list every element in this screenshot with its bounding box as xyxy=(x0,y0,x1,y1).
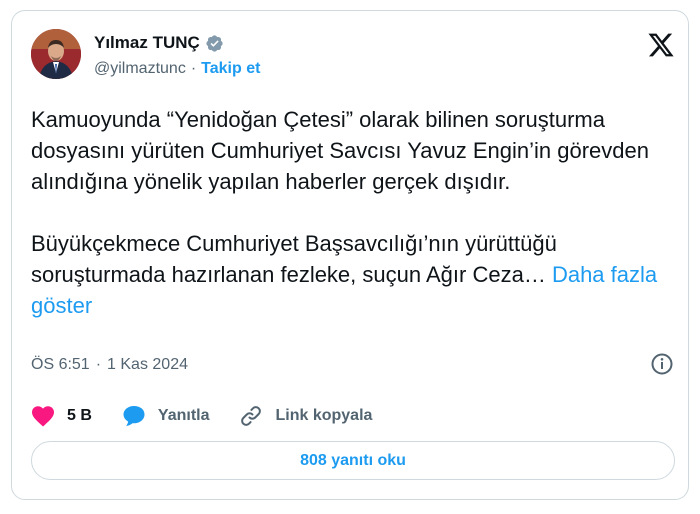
tweet-paragraph-2-text: Büyükçekmece Cumhuriyet Başsavcılığı’nın… xyxy=(31,231,557,287)
tweet-date: 1 Kas 2024 xyxy=(107,356,188,373)
read-replies-button[interactable]: 808 yanıtı oku xyxy=(31,441,675,480)
reply-label: Yanıtla xyxy=(157,407,210,424)
copy-link-label: Link kopyala xyxy=(275,407,373,424)
heart-icon xyxy=(32,406,54,427)
separator-dot: · xyxy=(95,356,102,373)
read-replies-label: 808 yanıtı oku xyxy=(300,451,406,469)
separator-dot: · xyxy=(190,60,197,77)
copy-link-button[interactable]: Link kopyala xyxy=(239,404,372,428)
tweet-paragraph-1: Kamuoyunda “Yenidoğan Çetesi” olarak bil… xyxy=(31,107,649,194)
x-logo-icon[interactable] xyxy=(646,31,676,59)
link-icon xyxy=(241,406,262,426)
tweet-timestamp[interactable]: ÖS 6:51 · 1 Kas 2024 xyxy=(31,356,188,374)
reply-bubble-icon xyxy=(123,406,145,426)
tweet-card: Yılmaz TUNÇ @yilmaztunc · Takip et Kamuo… xyxy=(11,10,689,500)
reply-button[interactable]: Yanıtla xyxy=(122,405,210,427)
handle-row: @yilmaztunc · Takip et xyxy=(94,60,260,78)
follow-button[interactable]: Takip et xyxy=(201,60,260,78)
author-name-row[interactable]: Yılmaz TUNÇ xyxy=(94,33,224,53)
author-handle[interactable]: @yilmaztunc xyxy=(94,60,186,78)
tweet-text: Kamuoyunda “Yenidoğan Çetesi” olarak bil… xyxy=(31,104,671,321)
author-name[interactable]: Yılmaz TUNÇ xyxy=(94,33,200,53)
action-bar: 5 B Yanıtla Link kopyala xyxy=(31,404,402,428)
tweet-time: ÖS 6:51 xyxy=(31,356,90,373)
avatar[interactable] xyxy=(31,29,81,79)
tweet-paragraph-2: Büyükçekmece Cumhuriyet Başsavcılığı’nın… xyxy=(31,228,671,321)
info-icon[interactable] xyxy=(650,352,674,376)
like-button[interactable]: 5 B xyxy=(31,405,92,427)
like-count: 5 B xyxy=(67,407,92,424)
verified-badge-icon xyxy=(206,34,223,52)
